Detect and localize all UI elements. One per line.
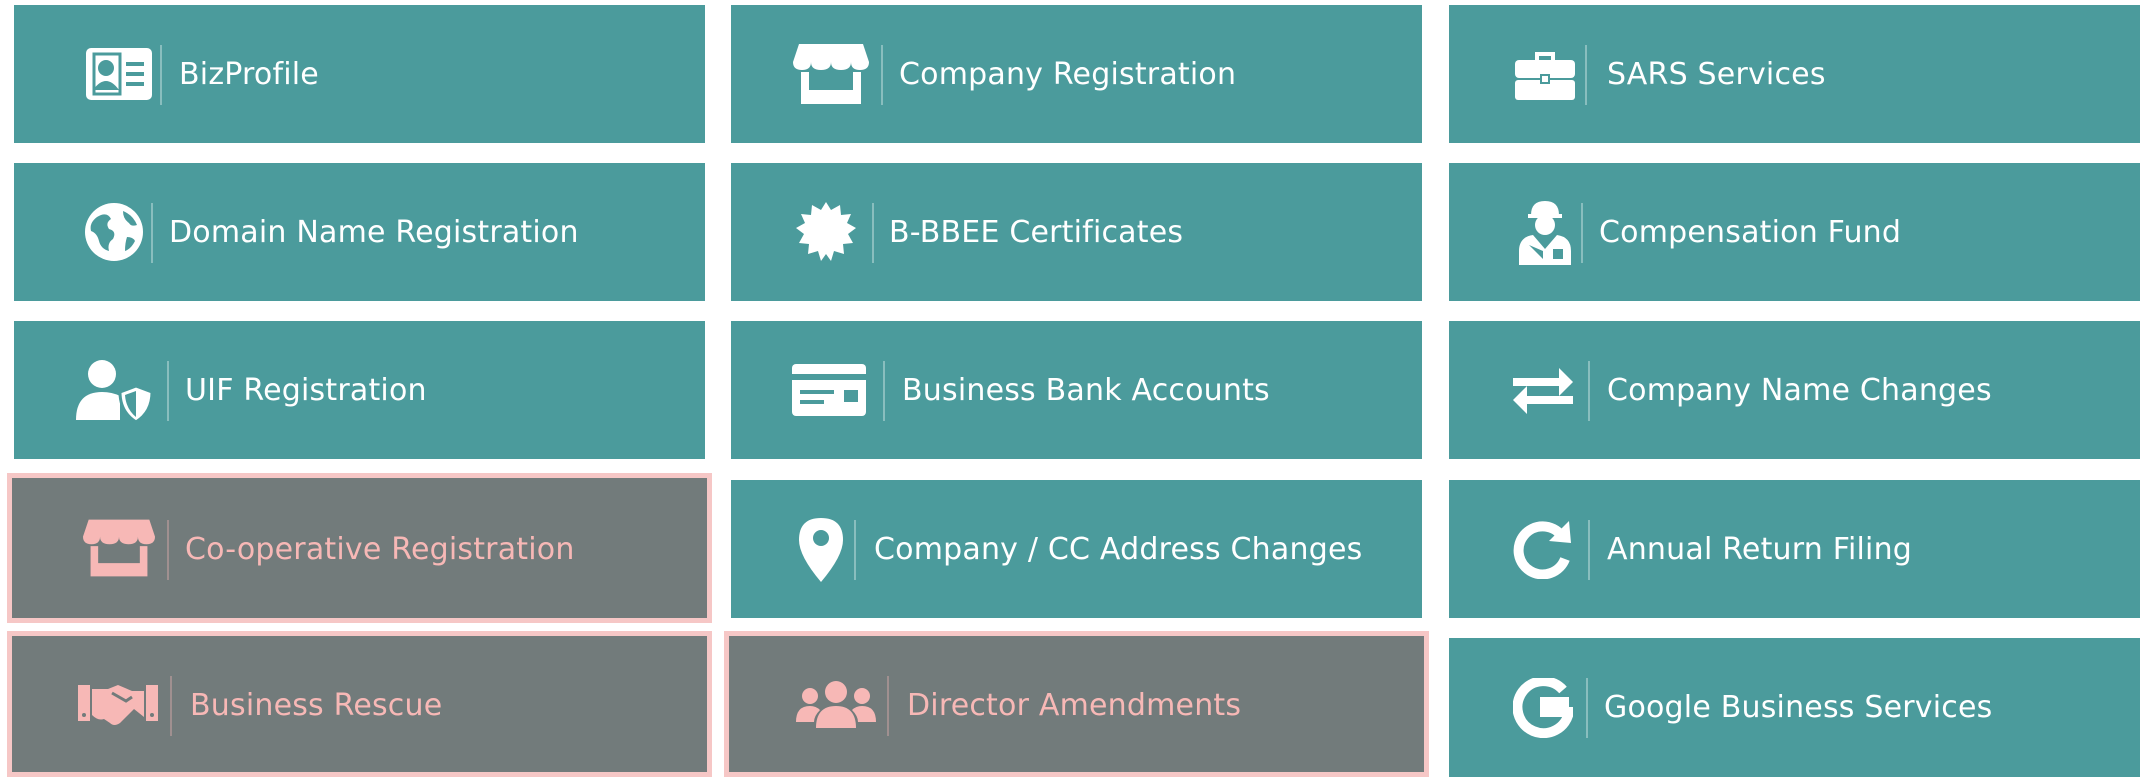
tile-bizprofile[interactable]: BizProfile <box>14 5 705 143</box>
tile-divider <box>883 361 885 421</box>
refresh-icon <box>1499 480 1587 618</box>
tile-domain-name-registration[interactable]: Domain Name Registration <box>14 163 705 301</box>
tile-label: BizProfile <box>179 57 319 92</box>
tile-bbbee-certificates[interactable]: B-BBEE Certificates <box>731 163 1422 301</box>
tile-divider <box>1588 361 1590 421</box>
tile-divider <box>167 520 169 580</box>
tile-label: Domain Name Registration <box>169 215 579 250</box>
tile-divider <box>151 203 153 263</box>
map-pin-icon <box>777 480 865 618</box>
exchange-arrows-icon <box>1499 321 1587 459</box>
globe-icon <box>70 163 158 301</box>
user-shield-icon <box>70 321 158 459</box>
tile-label: SARS Services <box>1607 57 1826 92</box>
tile-label: Compensation Fund <box>1599 215 1902 250</box>
tile-divider <box>887 676 889 736</box>
tile-divider <box>170 676 172 736</box>
injured-worker-icon <box>1501 163 1589 301</box>
tile-label: Company / CC Address Changes <box>874 532 1363 567</box>
tile-label: Annual Return Filing <box>1607 532 1913 567</box>
tile-label: Director Amendments <box>907 688 1242 723</box>
tile-label: Google Business Services <box>1604 690 1993 725</box>
users-group-icon <box>791 636 881 772</box>
tile-company-registration[interactable]: Company Registration <box>731 5 1422 143</box>
tile-uif-registration[interactable]: UIF Registration <box>14 321 705 459</box>
tile-divider <box>1581 203 1583 263</box>
briefcase-icon <box>1501 5 1589 143</box>
tile-business-bank-accounts[interactable]: Business Bank Accounts <box>731 321 1422 459</box>
tile-divider <box>1586 678 1588 738</box>
tile-label: Company Name Changes <box>1607 373 1992 408</box>
storefront-icon <box>787 5 875 143</box>
tile-divider <box>160 45 162 105</box>
tile-annual-return-filing[interactable]: Annual Return Filing <box>1449 480 2140 618</box>
bank-card-icon <box>785 321 873 459</box>
tile-compensation-fund[interactable]: Compensation Fund <box>1449 163 2140 301</box>
tile-label: B-BBEE Certificates <box>889 215 1184 250</box>
tile-address-changes[interactable]: Company / CC Address Changes <box>731 480 1422 618</box>
tile-divider <box>1585 45 1587 105</box>
tile-label: Co-operative Registration <box>185 532 575 567</box>
id-card-icon <box>74 5 164 143</box>
handshake-icon <box>72 636 164 772</box>
tile-cooperative-registration[interactable]: Co-operative Registration <box>7 473 712 623</box>
tile-google-business-services[interactable]: Google Business Services <box>1449 638 2140 777</box>
services-grid: BizProfile Company Registration SARS Ser… <box>0 0 2146 777</box>
certificate-badge-icon <box>781 163 871 301</box>
tile-company-name-changes[interactable]: Company Name Changes <box>1449 321 2140 459</box>
tile-sars-services[interactable]: SARS Services <box>1449 5 2140 143</box>
tile-label: Business Rescue <box>190 688 443 723</box>
tile-label: UIF Registration <box>185 373 427 408</box>
tile-divider <box>1588 520 1590 580</box>
tile-director-amendments[interactable]: Director Amendments <box>724 631 1429 777</box>
storefront-icon <box>74 478 164 618</box>
tile-divider <box>872 203 874 263</box>
google-g-icon <box>1499 638 1587 777</box>
tile-divider <box>167 361 169 421</box>
tile-business-rescue[interactable]: Business Rescue <box>7 631 712 777</box>
tile-divider <box>881 45 883 105</box>
tile-divider <box>854 520 856 580</box>
tile-label: Company Registration <box>899 57 1237 92</box>
tile-label: Business Bank Accounts <box>902 373 1270 408</box>
